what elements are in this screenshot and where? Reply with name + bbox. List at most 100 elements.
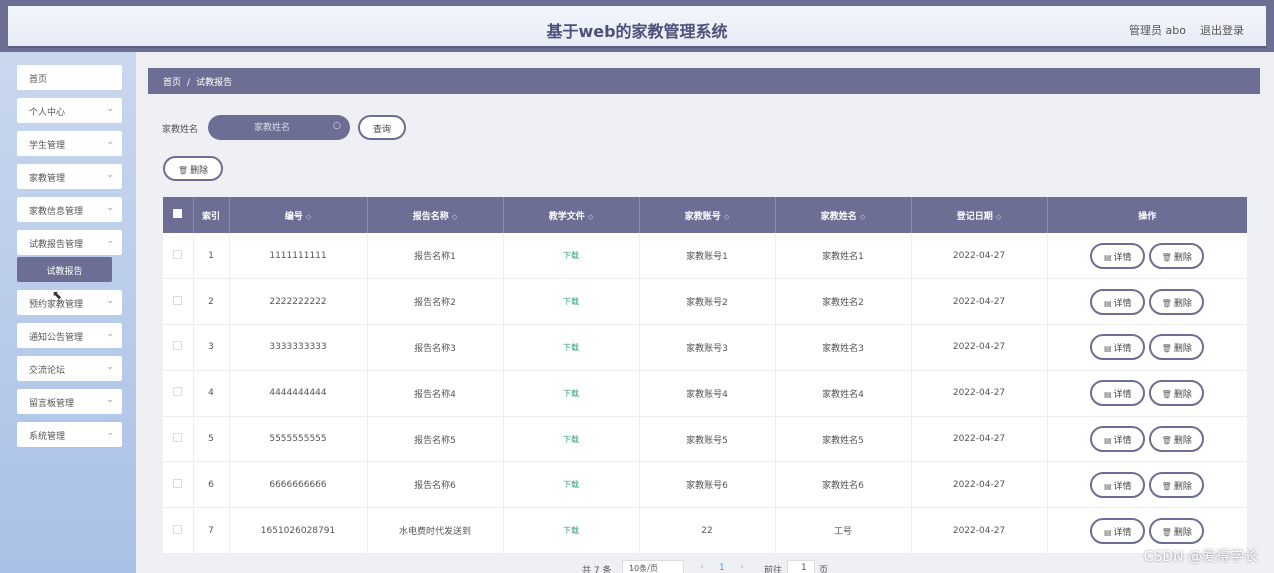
download-link[interactable]: 下载 [563,343,579,352]
sidebar-subitem-trial-report[interactable]: 试教报告 [17,257,112,282]
row-checkbox[interactable] [173,478,183,488]
cell-date: 2022-04-27 [911,278,1048,325]
detail-button[interactable]: ▤ 详情 [1090,471,1146,498]
query-button[interactable]: 查询 [358,115,406,140]
col-header-report-name[interactable]: 报告名称 ◇ [367,197,504,233]
cell-name: 报告名称4 [367,370,504,417]
cell-value: 3333333333 [269,342,327,353]
sidebar-item[interactable]: 预约家教管理 ⌄ [17,290,122,315]
cell-index: 4 [193,370,230,417]
cell-name: 报告名称6 [367,461,504,508]
cell-value: 家教账号5 [686,435,728,446]
cell-actions: ▤ 详情 🗑 删除 [1047,325,1247,371]
row-checkbox[interactable] [173,387,183,397]
col-header-code[interactable]: 编号 ◇ [229,197,368,233]
delete-button[interactable]: 🗑 删除 [1149,471,1205,498]
sidebar-item[interactable]: 交流论坛 ⌄ [17,356,122,381]
cell-value: 家教姓名6 [822,481,864,492]
col-header-account[interactable]: 家教账号 ◇ [639,197,776,233]
row-checkbox[interactable] [173,295,183,305]
delete-button[interactable]: 🗑 删除 [1149,334,1205,361]
cell-value: 家教姓名2 [822,298,864,309]
sort-icon[interactable]: ◇ [860,213,865,221]
download-link[interactable]: 下载 [563,435,579,444]
chevron-down-icon: ⌄ [106,137,114,147]
download-link[interactable]: 下载 [563,251,579,260]
sort-icon[interactable]: ◇ [452,213,457,221]
delete-button[interactable]: 🗑 删除 [1149,380,1205,407]
next-page-icon[interactable]: › [740,562,744,572]
download-link[interactable]: 下载 [563,389,579,398]
sidebar-item[interactable]: 系统管理 ⌄ [17,422,122,447]
cell-file: 下载 [503,507,640,554]
cell-index: 1 [193,233,230,279]
sidebar-item[interactable]: 留言板管理 ⌄ [17,389,122,414]
detail-button[interactable]: ▤ 详情 [1090,517,1146,544]
cell-file: 下载 [503,370,640,417]
cell-name: 报告名称1 [367,233,504,279]
row-checkbox[interactable] [173,524,183,534]
delete-button[interactable]: 🗑 删除 [1149,288,1205,315]
cell-code: 5555555555 [229,416,368,462]
detail-button[interactable]: ▤ 详情 [1090,380,1146,407]
batch-delete-button[interactable]: 🗑 删除 [163,156,223,181]
col-header-file[interactable]: 教学文件 ◇ [503,197,640,233]
detail-button[interactable]: ▤ 详情 [1090,334,1146,361]
sidebar-item-label: 首页 [29,75,48,85]
sidebar-item[interactable]: 试教报告管理 ⌄ [17,230,122,255]
cell-value: 3 [208,342,214,353]
download-link[interactable]: 下载 [563,480,579,489]
delete-label: 删除 [1173,252,1192,263]
cell-value: 家教姓名5 [822,435,864,446]
row-checkbox[interactable] [173,341,183,351]
cell-account: 家教账号3 [639,324,776,371]
batch-delete-label: 删除 [190,166,209,176]
delete-button[interactable]: 🗑 删除 [1149,242,1205,269]
sidebar-item[interactable]: 通知公告管理 ⌄ [17,323,122,348]
detail-button[interactable]: ▤ 详情 [1090,426,1146,453]
data-table: 索引 编号 ◇ 报告名称 ◇ 教学文件 ◇ 家教账号 ◇ 家教姓名 ◇ 登记日期 ◇ 操作 … [163,197,1247,554]
sidebar-item[interactable]: 个人中心 ⌄ [17,98,122,123]
col-header-file-label: 教学文件 [548,211,585,222]
cell-date: 2022-04-27 [911,324,1048,371]
search-input[interactable] [208,115,350,140]
breadcrumb-separator: / [187,78,191,88]
sidebar-item[interactable]: 首页 [17,65,122,90]
select-all-checkbox[interactable] [163,197,194,233]
detail-button[interactable]: ▤ 详情 [1090,242,1146,269]
cell-index: 3 [193,324,230,371]
row-checkbox-cell [163,507,194,554]
delete-button[interactable]: 🗑 删除 [1149,517,1205,544]
breadcrumb-home[interactable]: 首页 [163,78,181,88]
cell-value: 1651026028791 [260,525,336,536]
sidebar-item[interactable]: 家教信息管理 ⌄ [17,197,122,222]
download-link[interactable]: 下载 [563,526,579,535]
logout-link[interactable]: 退出登录 [1200,22,1244,38]
cell-tutor: 家教姓名4 [775,370,912,417]
trash-icon: 🗑 [1161,344,1172,354]
download-link[interactable]: 下载 [563,297,579,306]
prev-page-icon[interactable]: ‹ [700,562,704,572]
row-checkbox[interactable] [173,249,183,259]
cell-actions: ▤ 详情 🗑 删除 [1047,233,1247,279]
goto-page-input[interactable]: 1 [787,560,815,573]
detail-label: 详情 [1113,298,1132,309]
sort-icon[interactable]: ◇ [588,213,593,221]
row-checkbox[interactable] [173,433,183,443]
cell-value: 家教账号1 [686,252,728,263]
col-header-date[interactable]: 登记日期 ◇ [911,197,1048,233]
sort-icon[interactable]: ◇ [306,213,311,221]
cell-name: 水电费时代发送到 [367,507,504,554]
cell-tutor: 家教姓名5 [775,416,912,462]
cell-date: 2022-04-27 [911,461,1048,508]
sort-icon[interactable]: ◇ [996,213,1001,221]
row-checkbox-cell [163,233,194,279]
sidebar-item[interactable]: 家教管理 ⌄ [17,164,122,189]
col-header-tutor[interactable]: 家教姓名 ◇ [775,197,912,233]
sidebar-item[interactable]: 学生管理 ⌄ [17,131,122,156]
page-size-select[interactable]: 10条/页 ⌄ [622,560,684,573]
detail-button[interactable]: ▤ 详情 [1090,288,1146,315]
sort-icon[interactable]: ◇ [724,213,729,221]
page-number[interactable]: 1 [719,563,725,573]
delete-button[interactable]: 🗑 删除 [1149,426,1205,453]
